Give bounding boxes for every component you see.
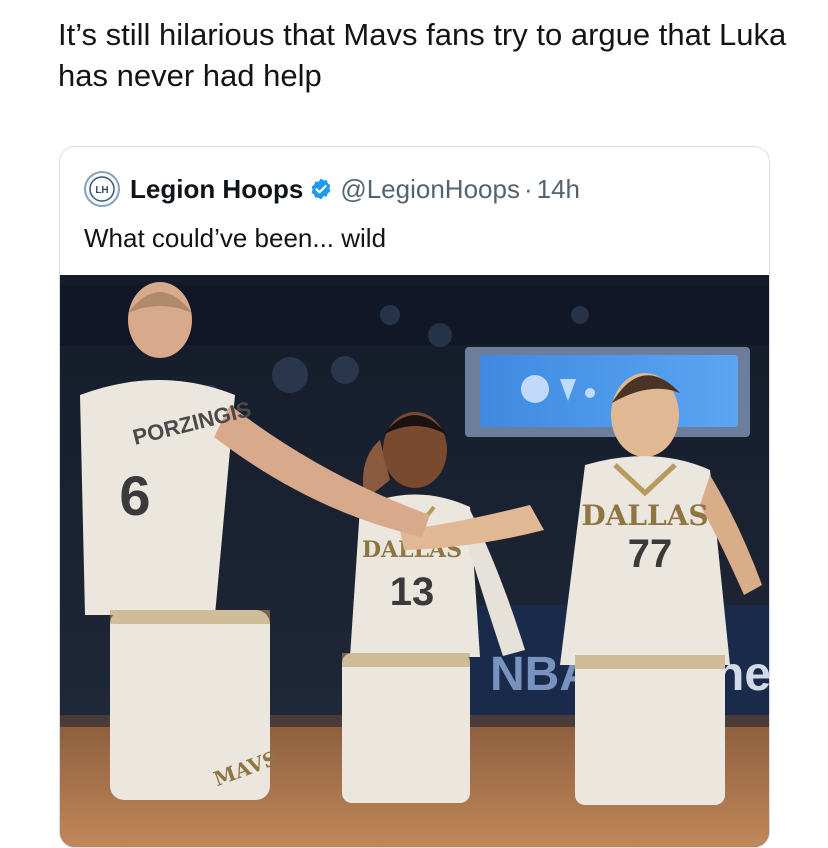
author-avatar[interactable]: LH <box>84 171 120 207</box>
jersey-center-number: 13 <box>390 570 435 614</box>
author-name[interactable]: Legion Hoops <box>130 174 303 205</box>
verified-badge-icon <box>309 177 333 201</box>
separator-dot: · <box>523 173 533 204</box>
arena-screen <box>480 355 738 427</box>
legion-hoops-logo-icon: LH <box>89 176 115 202</box>
post-caption: It’s still hilarious that Mavs fans try … <box>58 17 787 93</box>
tweet-text: What could’ve been... wild <box>84 223 387 253</box>
author-handle[interactable]: @LegionHoops <box>340 174 520 205</box>
quoted-tweet-card[interactable]: LH Legion Hoops @LegionHoops · 14h What … <box>59 146 770 848</box>
avatar-text: LH <box>95 185 108 196</box>
jersey-right-text: DALLAS <box>581 499 708 532</box>
tweet-header: LH Legion Hoops @LegionHoops · 14h <box>84 169 580 209</box>
jersey-left-number: 6 <box>119 464 150 527</box>
jersey-right-number: 77 <box>628 532 673 576</box>
tweet-photo[interactable]: NBA he DALLAS 13 DALLAS 77 PORZINGIS 6 M… <box>60 275 769 848</box>
tweet-timestamp[interactable]: 14h <box>537 174 580 205</box>
